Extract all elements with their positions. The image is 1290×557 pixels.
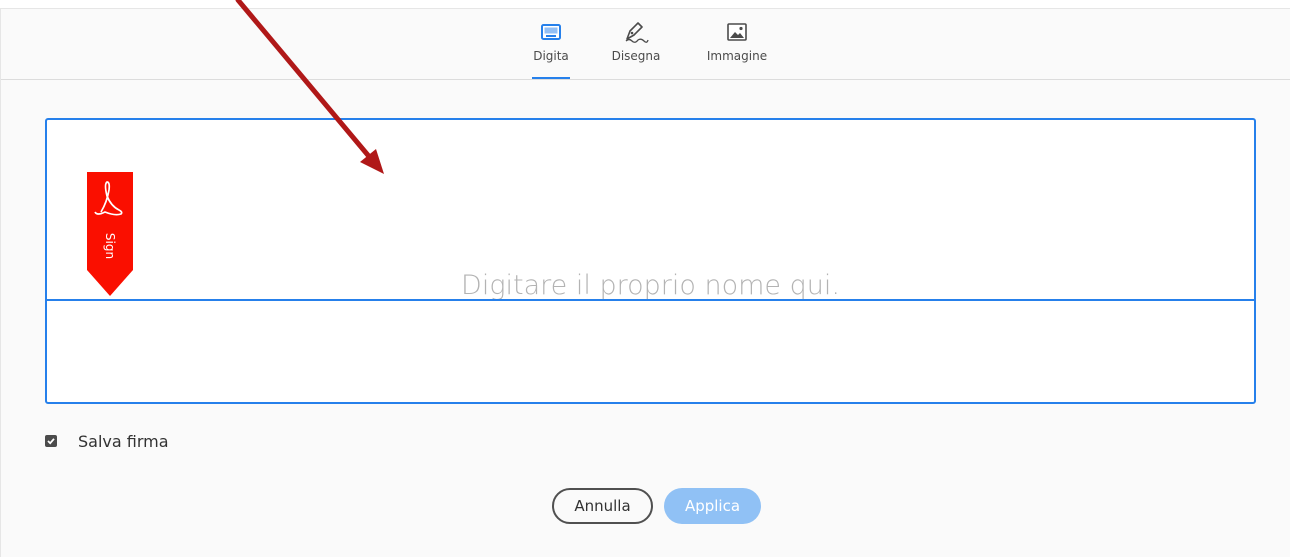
tab-draw-label: Disegna [611,49,661,63]
cancel-button[interactable]: Annulla [552,488,653,524]
tab-image-label: Immagine [706,49,768,63]
sign-badge-text: Sign [103,233,117,259]
tab-draw[interactable]: Disegna [611,9,661,79]
signature-mode-tabs: Digita Disegna Immagine [1,9,1290,80]
keyboard-icon [541,21,561,43]
signature-input-area[interactable]: Sign Digitare il proprio nome qui. [45,118,1256,404]
signature-dialog: Digita Disegna Immagine Sign Digitare il… [0,8,1290,557]
pen-draw-icon [623,21,649,43]
tab-type[interactable]: Digita [532,9,570,79]
checkmark-icon [47,438,55,445]
tab-type-label: Digita [533,49,569,63]
active-tab-indicator [532,77,570,79]
signature-name-placeholder[interactable]: Digitare il proprio nome qui. [47,270,1254,301]
image-icon [727,21,747,43]
save-signature-checkbox[interactable] [45,435,57,447]
apply-button[interactable]: Applica [664,488,761,524]
tab-image[interactable]: Immagine [705,9,769,79]
save-signature-label: Salva firma [78,431,169,451]
save-signature-row: Salva firma [45,431,169,451]
signature-baseline [47,299,1254,301]
